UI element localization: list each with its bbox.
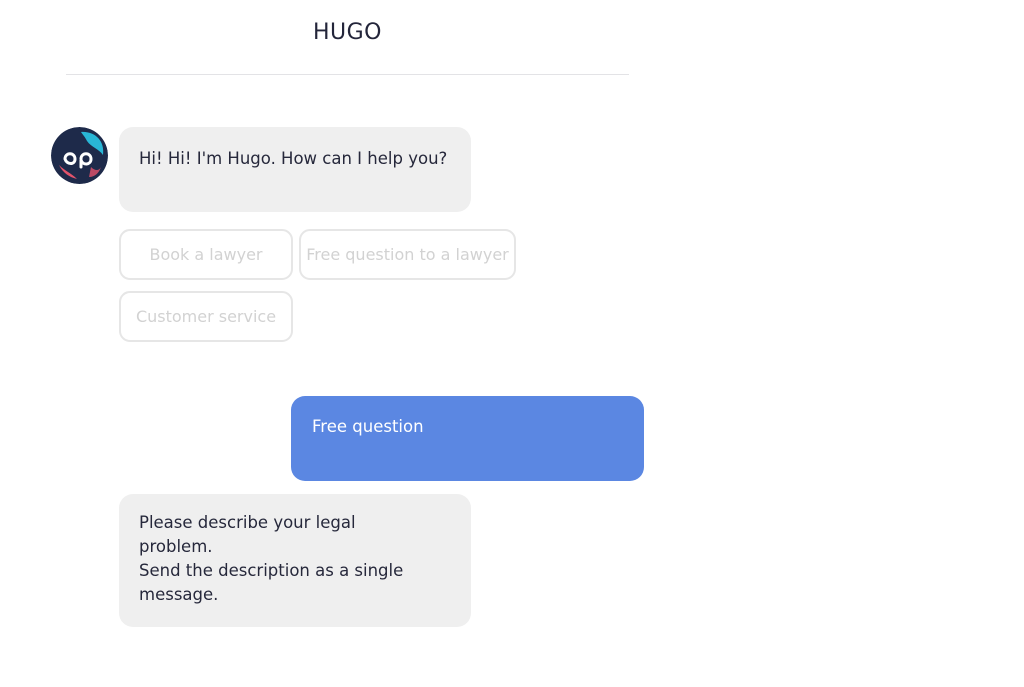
chat-header: HUGO [66, 0, 629, 75]
hugo-logo-icon [51, 127, 108, 184]
chat-title: HUGO [312, 20, 382, 45]
quick-reply-free-question[interactable]: Free question to a lawyer [299, 229, 516, 280]
bot-message-greeting: Hi! Hi! I'm Hugo. How can I help you? [119, 127, 471, 212]
quick-reply-customer-service[interactable]: Customer service [119, 291, 293, 342]
quick-reply-book-lawyer[interactable]: Book a lawyer [119, 229, 293, 280]
bot-message-describe: Please describe your legal problem. Send… [119, 494, 471, 627]
user-message: Free question [291, 396, 644, 481]
bot-avatar [51, 127, 108, 184]
